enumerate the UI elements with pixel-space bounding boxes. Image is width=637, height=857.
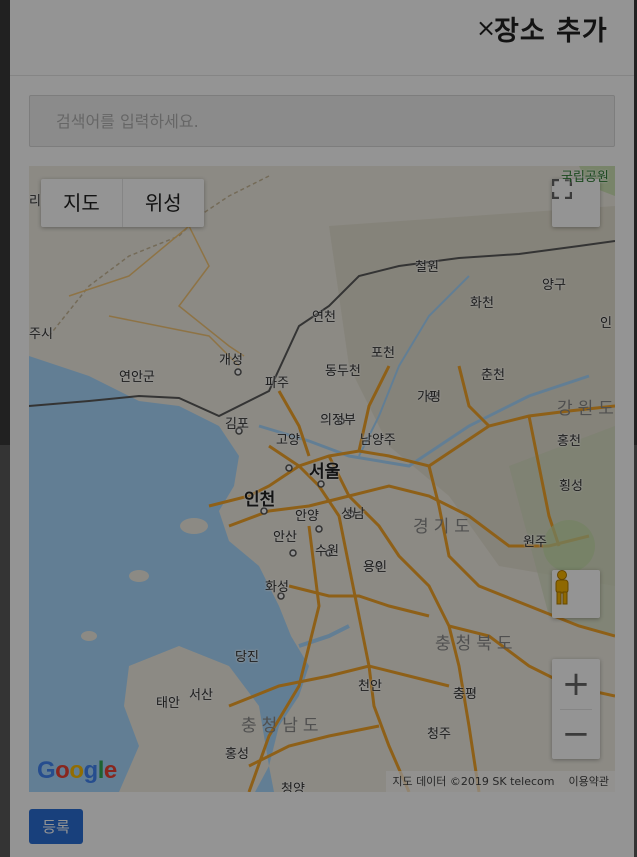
- map-type-control: 지도 위성: [41, 179, 204, 227]
- map-attribution-bar: 지도 데이터 ©2019 SK telecom 이용약관: [386, 771, 615, 792]
- background-page-left: [0, 0, 10, 445]
- map-label: 국립공원: [561, 170, 609, 185]
- map-label: 당진: [235, 650, 259, 665]
- map-label: 춘천: [481, 368, 505, 383]
- map-label: 청양: [281, 782, 305, 792]
- map-label: 동두천: [325, 364, 361, 379]
- map-label: 원주: [523, 535, 547, 550]
- terms-link[interactable]: 이용약관: [569, 771, 609, 792]
- zoom-control: + −: [552, 659, 600, 759]
- map-label: 포천: [371, 346, 395, 361]
- map-type-satellite-button[interactable]: 위성: [123, 179, 204, 227]
- map-label: 남양주: [360, 433, 396, 448]
- map-label: 김포: [225, 417, 249, 432]
- register-button[interactable]: 등록: [29, 809, 83, 844]
- map-label: 청주: [427, 727, 451, 742]
- map-label: 고양: [276, 433, 300, 448]
- zoom-out-button[interactable]: −: [552, 709, 600, 759]
- map-label: 성남: [341, 507, 365, 522]
- map-label: 인천: [244, 490, 276, 510]
- map-label: 안산: [273, 530, 297, 545]
- dialog-header: × 장소 추가: [10, 0, 634, 76]
- dialog-title: 장소 추가: [494, 16, 608, 47]
- zoom-in-button[interactable]: +: [552, 659, 600, 709]
- fullscreen-button[interactable]: [552, 179, 600, 227]
- map-label: 서울: [309, 462, 341, 482]
- add-place-dialog: × 장소 추가 검색어를 입력하세요. 지도 위성 + − 국립공원 리 철원 …: [10, 0, 634, 857]
- map-label: 연안군: [119, 370, 155, 385]
- pegman-icon: [555, 570, 569, 605]
- map-label: 천안: [358, 679, 382, 694]
- map-label: 가평: [417, 390, 441, 405]
- google-logo: Google: [37, 757, 117, 784]
- map-type-map-button[interactable]: 지도: [41, 179, 122, 227]
- map-label: 충평: [453, 687, 477, 702]
- map-label: 태안: [156, 696, 180, 711]
- map-label: 철원: [415, 260, 439, 275]
- map-label: 화천: [470, 296, 494, 311]
- search-input[interactable]: [29, 95, 615, 147]
- map-label: 리: [29, 194, 41, 209]
- map-label: 인: [600, 316, 612, 331]
- map-label: 수원: [315, 544, 339, 559]
- street-view-button[interactable]: [552, 570, 600, 618]
- map-label-region: 충청남도: [241, 716, 324, 736]
- map-view[interactable]: 지도 위성 + − 국립공원 리 철원 양구 화천 연천 인 주시 개성 연안군…: [29, 166, 615, 792]
- map-attribution: 지도 데이터 ©2019 SK telecom: [392, 775, 555, 788]
- map-label: 주시: [29, 327, 53, 342]
- map-label: 파주: [265, 376, 289, 391]
- map-label: 연천: [312, 310, 336, 325]
- map-label: 서산: [189, 688, 213, 703]
- map-label: 용인: [363, 560, 387, 575]
- map-label: 홍천: [557, 434, 581, 449]
- map-label: 홍성: [225, 747, 249, 762]
- map-label: 화성: [265, 580, 289, 595]
- map-label: 양구: [542, 278, 566, 293]
- map-label: 안양: [295, 509, 319, 524]
- map-label-region: 충청북도: [435, 634, 518, 654]
- map-label: 의정부: [320, 413, 356, 428]
- map-label: 개성: [219, 353, 243, 368]
- map-label-region: 경기도: [413, 517, 475, 537]
- map-label-region: 강원도: [557, 399, 615, 419]
- map-label: 횡성: [559, 479, 583, 494]
